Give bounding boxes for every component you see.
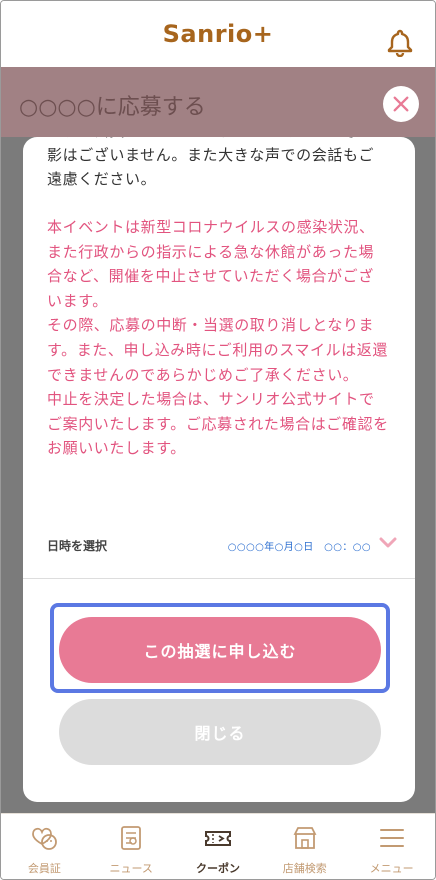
caution-text: 本イベントは新型コロナウイルスの感染状況、また行政からの指示による急な休館があっ… — [47, 215, 389, 461]
date-select-value[interactable]: ○○○○年○月○日 ○○：○○ — [228, 538, 371, 553]
coupon-icon — [204, 831, 231, 846]
member-card-icon — [32, 827, 58, 850]
apply-modal: ホテル会員のカメラ・ビデオ・スマートフォン撮 影はございません。また大きな声での… — [23, 137, 415, 802]
close-icon — [393, 96, 409, 112]
tab-menu[interactable]: メニュー — [348, 814, 435, 879]
tab-coupon[interactable]: クーポン — [175, 814, 262, 879]
date-select-label: 日時を選択 — [47, 539, 108, 553]
tab-bar: 会員証 ニュース クーポン 店舗検索 メニュー — [1, 813, 435, 879]
bell-icon[interactable] — [385, 27, 415, 58]
chevron-down-icon[interactable] — [379, 536, 397, 550]
caution-paragraph: 中止を決定した場合は、サンリオ公式サイトでご案内いたします。ご応募された場合はご… — [47, 390, 389, 458]
caution-paragraph: 本イベントは新型コロナウイルスの感染状況、また行政からの指示による急な休館があっ… — [47, 218, 375, 310]
tab-label: 会員証 — [27, 862, 61, 875]
notice-body: 影はございません。また大きな声での会話もご遠慮ください。 — [47, 146, 375, 188]
tab-label: メニュー — [369, 862, 414, 875]
overlay-close-button[interactable] — [383, 86, 419, 122]
divider — [23, 578, 415, 579]
tab-label: クーポン — [195, 862, 240, 875]
tab-label: 店舗検索 — [282, 862, 327, 875]
date-select[interactable]: 日時を選択 ○○○○年○月○日 ○○：○○ — [47, 534, 397, 556]
modal-scroll-area[interactable]: ホテル会員のカメラ・ビデオ・スマートフォン撮 影はございません。また大きな声での… — [23, 137, 415, 577]
notice-text: ホテル会員のカメラ・ビデオ・スマートフォン撮 影はございません。また大きな声での… — [47, 137, 387, 191]
tab-news[interactable]: ニュース — [88, 814, 175, 879]
app-logo: Sanrio+ — [162, 20, 274, 48]
close-button[interactable]: 閉じる — [59, 699, 381, 765]
apply-button[interactable]: この抽選に申し込む — [59, 617, 381, 683]
tab-member-card[interactable]: 会員証 — [1, 814, 88, 879]
page-title: ○○○○に応募する — [19, 95, 206, 120]
store-search-icon — [293, 827, 317, 849]
menu-icon — [379, 829, 404, 847]
app-frame: Sanrio+ ○○○○に応募する ホテル会員のカメラ・ビデオ・スマートフォン撮… — [0, 0, 436, 880]
caution-paragraph: その際、応募の中断・当選の取り消しとなります。また、申し込み時にご利用のスマイル… — [47, 316, 388, 384]
tab-label: ニュース — [109, 862, 153, 875]
news-icon — [121, 826, 142, 850]
app-header: Sanrio+ — [1, 1, 435, 67]
tab-store-search[interactable]: 店舗検索 — [261, 814, 348, 879]
